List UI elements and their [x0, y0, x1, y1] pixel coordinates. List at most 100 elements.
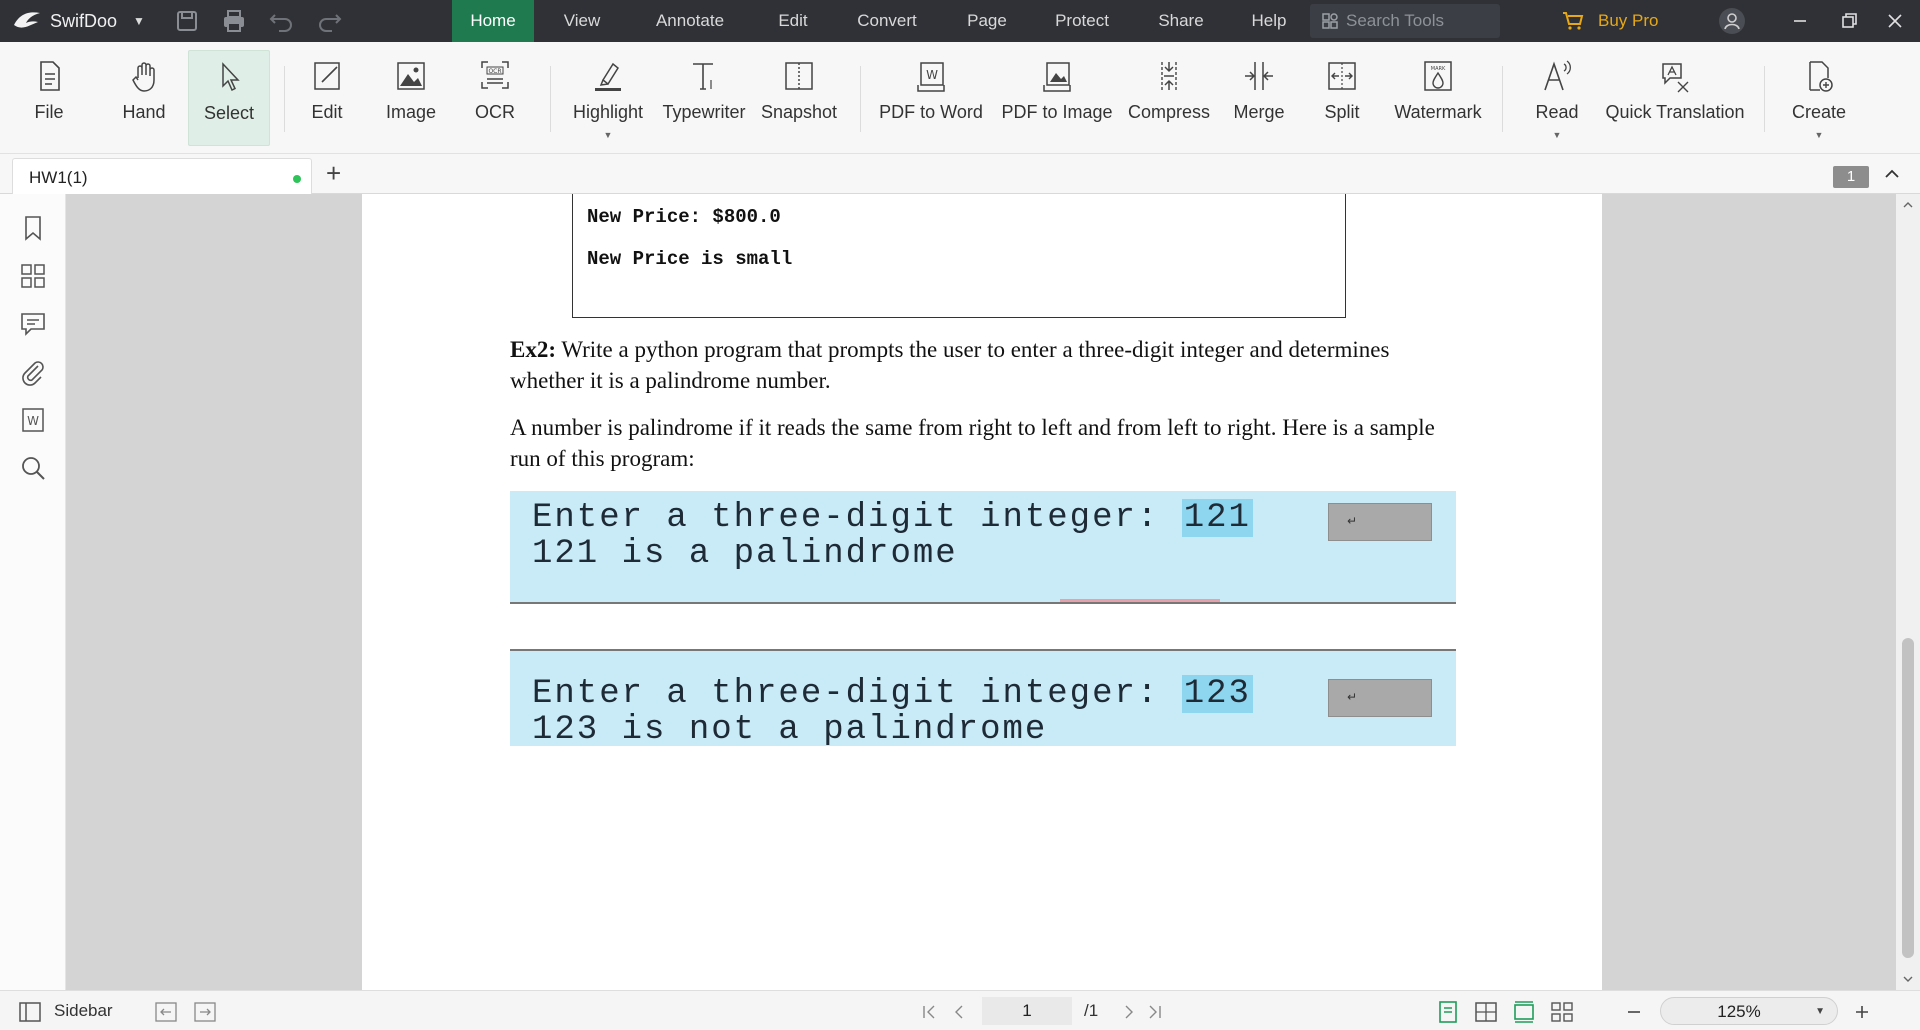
minimize-icon[interactable] — [1787, 8, 1813, 34]
compress-button[interactable]: Compress — [1124, 50, 1214, 146]
quick-translation-button[interactable]: Quick Translation — [1600, 50, 1750, 146]
next-view-icon[interactable] — [193, 1001, 217, 1023]
sidebar-toggle-label[interactable]: Sidebar — [54, 1001, 113, 1021]
zoom-dropdown-caret-icon: ▼ — [1815, 1006, 1825, 1017]
grid-view-icon[interactable] — [1550, 1001, 1574, 1023]
search-icon[interactable] — [19, 454, 47, 482]
zoom-level-select[interactable]: 125% ▼ — [1660, 997, 1838, 1025]
pdf-to-image-button[interactable]: PDF to Image — [998, 50, 1116, 146]
highlight-dropdown-caret-icon[interactable]: ▼ — [566, 130, 650, 140]
zoom-out-icon[interactable] — [1624, 1001, 1644, 1023]
menu-view[interactable]: View — [544, 0, 620, 42]
merge-button[interactable]: Merge — [1222, 50, 1296, 146]
redo-icon[interactable] — [316, 9, 342, 33]
merge-label: Merge — [1233, 102, 1285, 122]
document-viewport[interactable]: New Price: $800.0 New Price is small Ex2… — [66, 194, 1896, 990]
split-label: Split — [1324, 102, 1360, 122]
ribbon-divider — [860, 66, 861, 132]
snapshot-icon — [785, 62, 813, 90]
create-icon — [1809, 61, 1833, 92]
svg-text:W: W — [926, 68, 938, 82]
prompt-text: Enter a three-digit integer: — [532, 499, 1182, 537]
split-icon — [1328, 62, 1356, 90]
two-page-view-icon[interactable] — [1474, 1001, 1498, 1023]
file-button[interactable]: File — [14, 50, 84, 146]
ribbon-divider — [1764, 66, 1765, 132]
last-page-icon[interactable] — [1146, 1001, 1164, 1023]
app-name[interactable]: SwifDoo — [50, 11, 117, 32]
menu-help[interactable]: Help — [1234, 0, 1304, 42]
select-button[interactable]: Select — [188, 50, 270, 146]
create-dropdown-caret-icon[interactable]: ▼ — [1778, 130, 1860, 140]
menu-edit[interactable]: Edit — [760, 0, 826, 42]
next-page-icon[interactable] — [1120, 1001, 1138, 1023]
word-doc-icon[interactable]: W — [19, 406, 47, 434]
pdf-to-word-label: PDF to Word — [879, 102, 983, 122]
enter-key-box: ↵ — [1328, 503, 1432, 541]
watermark-button[interactable]: MARK Watermark — [1388, 50, 1488, 146]
thumbnails-icon[interactable] — [19, 262, 47, 290]
buy-pro-button[interactable]: Buy Pro — [1563, 0, 1659, 42]
bookmark-icon[interactable] — [19, 214, 47, 242]
add-tab-button[interactable]: + — [326, 158, 341, 188]
highlighter-icon — [595, 62, 621, 91]
split-button[interactable]: Split — [1306, 50, 1378, 146]
hand-button[interactable]: Hand — [108, 50, 180, 146]
code-output-box: New Price: $800.0 New Price is small — [572, 194, 1346, 318]
read-aloud-icon — [1544, 60, 1571, 91]
pdf-to-word-button[interactable]: W PDF to Word — [874, 50, 988, 146]
comments-icon[interactable] — [19, 310, 47, 338]
hand-label: Hand — [122, 102, 166, 122]
merge-icon — [1245, 62, 1273, 90]
snapshot-button[interactable]: Snapshot — [756, 50, 842, 146]
menu-protect[interactable]: Protect — [1042, 0, 1122, 42]
document-tab[interactable]: HW1(1) — [12, 158, 312, 194]
user-icon — [1724, 13, 1740, 30]
close-icon[interactable] — [1882, 8, 1908, 34]
menu-home[interactable]: Home — [452, 0, 534, 42]
pdf-page[interactable]: New Price: $800.0 New Price is small Ex2… — [362, 194, 1602, 990]
attachment-icon[interactable] — [19, 358, 47, 386]
edit-icon — [314, 62, 340, 90]
zoom-in-icon[interactable] — [1852, 1001, 1872, 1023]
restore-icon[interactable] — [1836, 8, 1862, 34]
first-page-icon[interactable] — [920, 1001, 938, 1023]
undo-icon[interactable] — [269, 9, 295, 33]
menu-convert[interactable]: Convert — [844, 0, 930, 42]
select-label: Select — [203, 103, 255, 123]
collapse-ribbon-chevron-up-icon[interactable] — [1882, 164, 1902, 184]
translate-icon — [1662, 63, 1689, 93]
app-menu-caret-icon[interactable]: ▼ — [133, 14, 145, 28]
menu-share[interactable]: Share — [1148, 0, 1214, 42]
print-icon[interactable] — [221, 9, 247, 33]
menu-page[interactable]: Page — [950, 0, 1024, 42]
create-button[interactable]: Create ▼ — [1778, 50, 1860, 146]
read-button[interactable]: Read ▼ — [1520, 50, 1594, 146]
scrollbar-thumb[interactable] — [1902, 638, 1914, 958]
highlight-button[interactable]: Highlight ▼ — [566, 50, 650, 146]
sidebar-toggle-icon[interactable] — [18, 1001, 42, 1023]
previous-page-icon[interactable] — [950, 1001, 968, 1023]
scroll-down-arrow-icon[interactable] — [1901, 972, 1915, 986]
previous-view-icon[interactable] — [154, 1001, 178, 1023]
save-icon[interactable] — [174, 9, 200, 33]
vertical-scrollbar[interactable] — [1896, 194, 1920, 990]
read-dropdown-caret-icon[interactable]: ▼ — [1520, 130, 1594, 140]
single-page-view-icon[interactable] — [1436, 1001, 1460, 1023]
buy-pro-label: Buy Pro — [1598, 11, 1659, 30]
menu-annotate[interactable]: Annotate — [640, 0, 740, 42]
scroll-up-arrow-icon[interactable] — [1901, 198, 1915, 212]
current-page-input[interactable] — [982, 997, 1072, 1025]
title-bar: SwifDoo ▼ Home View Annotate Edit Conver… — [0, 0, 1920, 42]
search-tools-box[interactable] — [1310, 4, 1500, 38]
user-input-highlight: 121 — [1181, 499, 1253, 537]
svg-text:MARK: MARK — [1431, 66, 1446, 72]
edit-button[interactable]: Edit — [292, 50, 362, 146]
continuous-scroll-view-icon[interactable] — [1512, 1001, 1536, 1023]
search-tools-input[interactable] — [1346, 10, 1494, 32]
user-account-button[interactable] — [1719, 8, 1745, 34]
ocr-button[interactable]: OCR OCR — [460, 50, 530, 146]
typewriter-button[interactable]: Typewriter — [660, 50, 748, 146]
prompt-text: Enter a three-digit integer: — [532, 675, 1182, 713]
image-button[interactable]: Image — [372, 50, 450, 146]
